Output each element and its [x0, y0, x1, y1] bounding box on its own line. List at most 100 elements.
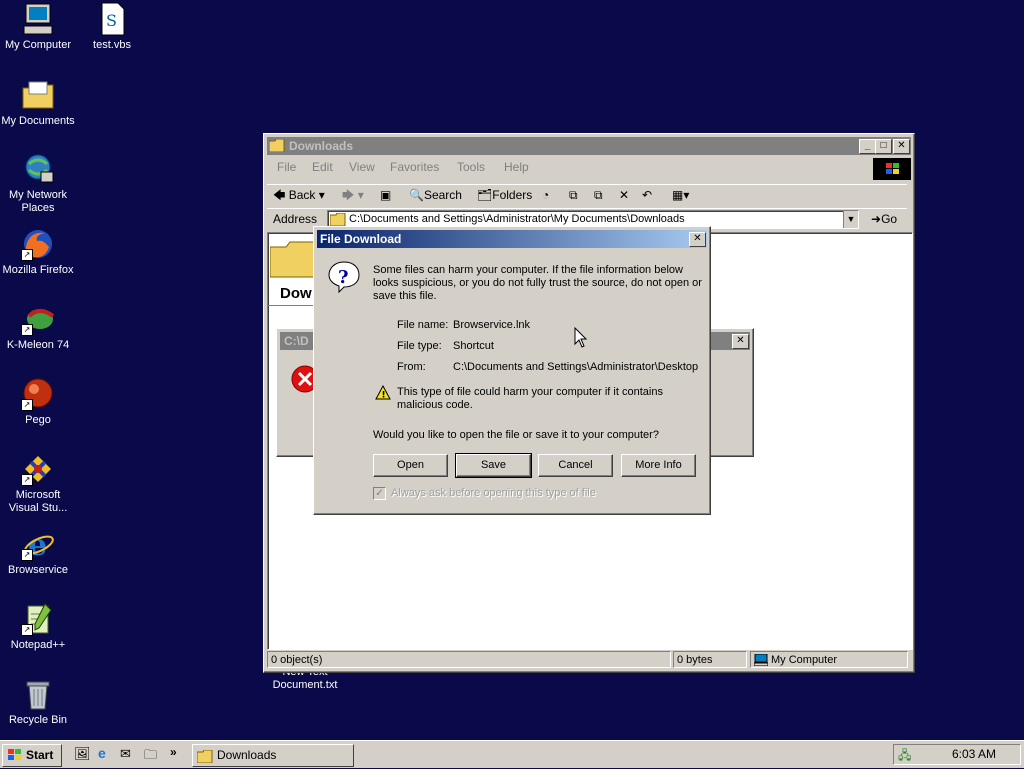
file-download-title: File Download [320, 232, 402, 246]
desktop-icon-mozilla-firefox[interactable]: ↗ Mozilla Firefox [0, 227, 76, 277]
quick-launch: 🖼 e ✉ 🗀 » [68, 745, 188, 765]
move-to-icon[interactable]: ⧉ [569, 186, 578, 204]
more-info-button[interactable]: More Info [621, 454, 696, 477]
close-button[interactable]: ✕ [893, 139, 910, 154]
copy-to-icon[interactable]: ⧉ [594, 186, 603, 204]
svg-text:!: ! [382, 391, 386, 401]
script-file-icon: S [95, 2, 129, 36]
desktop-icon-label: Recycle Bin [8, 714, 68, 726]
desktop-icon-browservice[interactable]: e ↗ Browservice [0, 527, 76, 577]
windows-logo-icon [873, 158, 911, 180]
open-button[interactable]: Open [373, 454, 448, 477]
start-button[interactable]: Start [2, 744, 62, 767]
taskbar-button-downloads[interactable]: Downloads [192, 744, 354, 767]
desktop-icon-label: My Network Places [8, 189, 68, 214]
question-message: Would you like to open the file or save … [373, 429, 659, 441]
taskbar-button-label: Downloads [217, 748, 277, 762]
desktop-icon-my-network-places[interactable]: My Network Places [0, 152, 76, 215]
always-ask-label: Always ask before opening this type of f… [391, 487, 596, 499]
desktop-icon-visual-studio[interactable]: ↗ Microsoft Visual Stu... [0, 452, 76, 515]
svg-text:?: ? [338, 267, 349, 288]
file-type-label: File type: [397, 340, 442, 352]
up-folder-icon[interactable]: ▣ [380, 186, 391, 204]
history-icon[interactable]: ◔ [542, 186, 549, 204]
notepad-plus-icon: ↗ [21, 602, 55, 636]
go-arrow-icon: ➜ [871, 212, 882, 226]
svg-text:S: S [106, 11, 117, 30]
status-objects: 0 object(s) [267, 651, 671, 668]
internet-explorer-icon[interactable]: e [98, 745, 106, 761]
caution-icon: ! [375, 384, 391, 401]
k-meleon-icon: ↗ [21, 302, 55, 336]
address-dropdown-button[interactable]: ▼ [843, 211, 858, 228]
menu-favorites[interactable]: Favorites [390, 160, 439, 174]
desktop-icon-notepad-plus[interactable]: ↗ Notepad++ [0, 602, 76, 652]
go-label: Go [881, 212, 898, 226]
windows-flag-icon [6, 748, 24, 768]
recycle-bin-icon [21, 677, 55, 711]
from-label: From: [397, 361, 426, 373]
desktop-icon-label: test.vbs [93, 39, 131, 51]
folders-icon: 🗂 [477, 188, 493, 202]
caution-message: This type of file could harm your comput… [397, 386, 663, 411]
status-zone-label: My Computer [771, 654, 838, 666]
status-size: 0 bytes [673, 651, 747, 668]
menu-tools[interactable]: Tools [457, 160, 485, 174]
shortcut-arrow-icon: ↗ [21, 249, 33, 261]
desktop-icon-my-documents[interactable]: My Documents [0, 78, 76, 128]
undo-icon[interactable]: ↶ [642, 186, 652, 204]
shortcut-arrow-icon: ↗ [21, 324, 33, 336]
file-download-title-bar[interactable]: File Download ✕ [317, 230, 707, 248]
desktop-icon-label: My Documents [1, 115, 75, 127]
error-dialog-title: C:\D [284, 334, 309, 348]
explorer-quick-icon[interactable]: 🗀 [144, 746, 157, 768]
menu-file[interactable]: File [277, 160, 296, 174]
outlook-express-icon[interactable]: ✉ [120, 746, 131, 762]
file-download-close-button[interactable]: ✕ [689, 232, 706, 247]
file-download-dialog: File Download ✕ ? Some files can harm yo… [313, 226, 711, 515]
quick-launch-more-icon[interactable]: » [170, 745, 177, 759]
show-desktop-icon[interactable]: 🖼 [74, 746, 91, 762]
status-zone: My Computer [750, 651, 908, 668]
desktop-icon-label: My Computer [4, 39, 72, 51]
internet-explorer-icon: e ↗ [21, 527, 55, 563]
save-button[interactable]: Save [455, 453, 532, 478]
menu-help[interactable]: Help [504, 160, 529, 174]
go-button[interactable]: ➜Go [871, 212, 897, 226]
cancel-button[interactable]: Cancel [538, 454, 613, 477]
menu-view[interactable]: View [349, 160, 375, 174]
folders-button[interactable]: 🗂Folders [477, 186, 532, 204]
desktop-icon-pego[interactable]: ↗ Pego [0, 377, 76, 427]
minimize-button[interactable]: _ [859, 139, 876, 154]
always-ask-checkbox[interactable]: ✓ [373, 487, 386, 500]
desktop-icon-recycle-bin[interactable]: Recycle Bin [0, 677, 76, 727]
explorer-title-bar[interactable]: Downloads _ □ ✕ [267, 137, 911, 155]
warning-message: Some files can harm your computer. If th… [373, 264, 702, 302]
desktop-icon-test-vbs[interactable]: S test.vbs [74, 2, 150, 52]
folder-documents-icon [21, 78, 55, 112]
search-label: Search [423, 188, 462, 202]
folder-heading: Dow [280, 285, 312, 302]
forward-button[interactable]: 🡆 ▾ [342, 186, 364, 204]
clock[interactable]: 6:03 AM [952, 747, 996, 761]
desktop-icon-my-computer[interactable]: My Computer [0, 2, 76, 52]
search-button[interactable]: 🔍Search [409, 186, 462, 204]
views-icon[interactable]: ▦▾ [672, 186, 689, 204]
shortcut-arrow-icon: ↗ [21, 549, 33, 561]
maximize-button[interactable]: □ [875, 139, 892, 154]
mouse-cursor-icon [574, 326, 588, 349]
toolbar: 🡄 Back ▾ 🡆 ▾ ▣ 🔍Search 🗂Folders ◔ ⧉ ⧉ ✕ … [267, 184, 907, 207]
desktop-icon-label: Mozilla Firefox [2, 264, 74, 276]
desktop-icon-label: Pego [25, 414, 51, 426]
network-tray-icon[interactable]: 🖧 [898, 746, 911, 767]
delete-icon[interactable]: ✕ [619, 186, 629, 204]
taskbar: Start 🖼 e ✉ 🗀 » Downloads 🖧 6:03 AM [0, 740, 1024, 768]
desktop-icon-label: Notepad++ [10, 639, 66, 651]
back-label: Back [288, 188, 316, 202]
back-button[interactable]: 🡄 Back ▾ [273, 186, 325, 204]
desktop-icon-k-meleon[interactable]: ↗ K-Meleon 74 [0, 302, 76, 352]
desktop-icon-label: Browservice [8, 564, 68, 576]
error-dialog-close-button[interactable]: ✕ [732, 334, 749, 349]
network-icon [21, 152, 55, 186]
menu-edit[interactable]: Edit [312, 160, 333, 174]
